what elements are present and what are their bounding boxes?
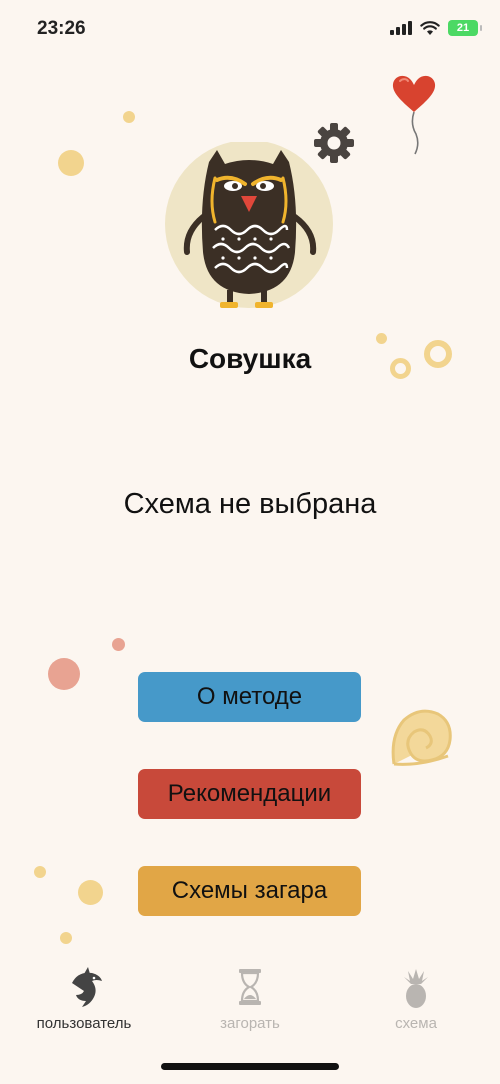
tab-scheme-label: схема [395,1015,437,1032]
owl-avatar [165,142,333,308]
tab-user[interactable]: пользователь [14,965,154,1045]
cellular-signal-icon [390,21,412,35]
tab-tan-label: загорать [220,1015,280,1032]
decor-dot [60,932,72,944]
decor-dot [58,150,84,176]
status-icons: 21 [390,20,482,36]
pineapple-icon [404,969,428,1008]
decor-dot [34,866,46,878]
wifi-icon [420,20,440,35]
decor-dot [123,111,135,123]
recommendations-button[interactable]: Рекомендации [138,769,361,819]
battery-level: 21 [456,22,470,34]
tan-schemes-button[interactable]: Схемы загара [138,866,361,916]
about-method-button[interactable]: О методе [138,672,361,722]
heart-balloon-icon [392,75,436,155]
hourglass-icon [239,969,261,1005]
seashell-icon [391,709,452,766]
decor-dot [78,880,103,905]
profile-name: Совушка [188,343,312,374]
status-time: 23:26 [37,18,86,39]
tab-scheme[interactable]: схема [346,965,486,1045]
dolphin-icon [72,967,102,1007]
tab-user-label: пользователь [36,1015,132,1032]
tab-tan[interactable]: загорать [180,965,320,1045]
decor-dot [112,638,125,651]
tab-bar: пользователь загорать схема [0,965,500,1045]
home-indicator [161,1063,339,1070]
battery-icon: 21 [448,20,482,36]
scheme-status-text: Схема не выбрана [123,488,377,520]
decor-dot [48,658,80,690]
